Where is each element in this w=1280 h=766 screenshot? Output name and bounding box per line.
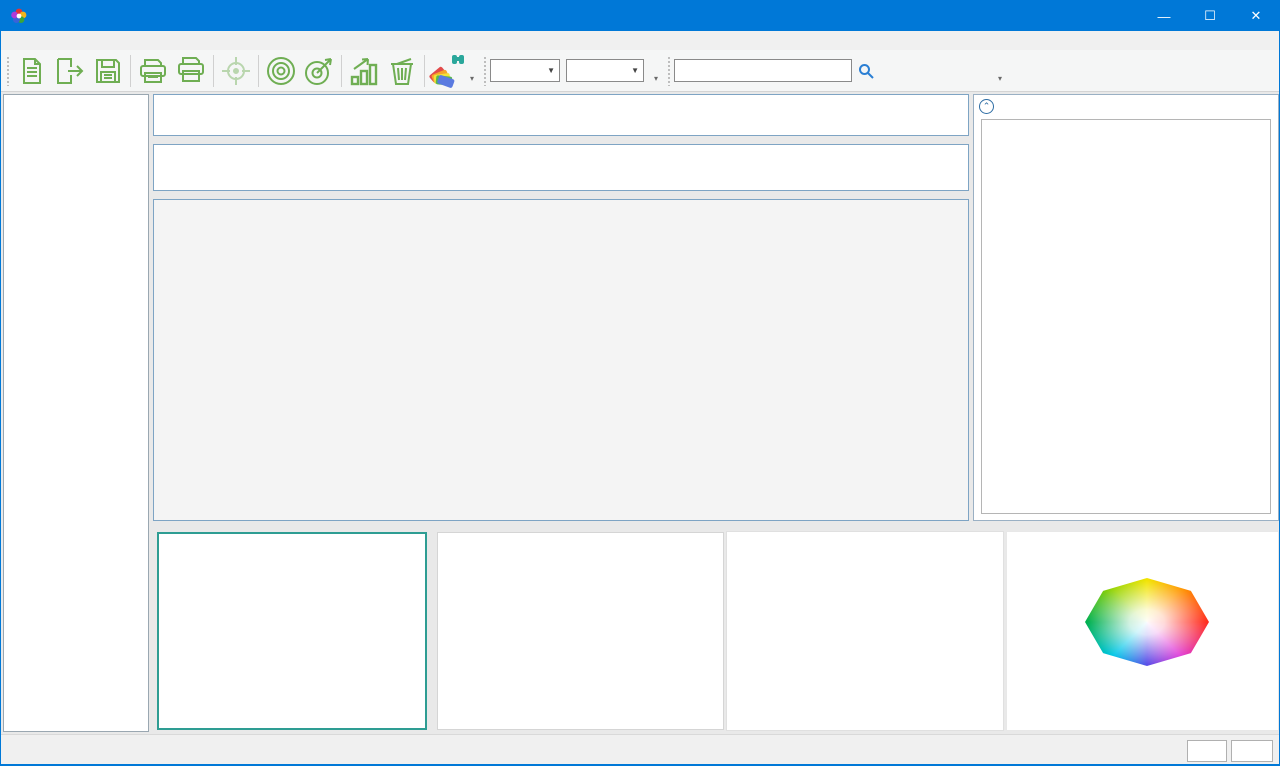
- search-icon[interactable]: [858, 63, 874, 79]
- measurement-mode-combo[interactable]: ▼: [490, 59, 560, 82]
- maximize-button[interactable]: ☐: [1187, 1, 1233, 31]
- chevron-down-icon: ▼: [631, 66, 639, 75]
- measure-sample-icon: [301, 53, 337, 89]
- toolbar-overflow[interactable]: ▾: [994, 56, 1006, 86]
- focus-calibration-icon: [219, 54, 253, 88]
- new-document-button[interactable]: [13, 52, 51, 90]
- sample-tree: [3, 94, 149, 732]
- minimize-button[interactable]: —: [1141, 1, 1187, 31]
- status-bar: [1, 734, 1279, 766]
- toolbar-grip[interactable]: [483, 56, 487, 86]
- toolbar-separator: [213, 55, 214, 87]
- statistics-icon: [348, 55, 380, 87]
- toolbar: ▾ ▼ ▼ ▾ ▾: [1, 50, 1279, 92]
- toolbar-separator: [130, 55, 131, 87]
- measure-standard-icon: [263, 53, 299, 89]
- illuminant-observer-combo[interactable]: ▼: [566, 59, 644, 82]
- toolbar-overflow[interactable]: ▾: [466, 56, 478, 86]
- delete-icon: [386, 55, 418, 87]
- status-blank-box: [1231, 740, 1273, 762]
- cielab-card: [981, 119, 1271, 514]
- export-icon: [54, 56, 86, 86]
- statistics-button[interactable]: [345, 52, 383, 90]
- auto-mode-button[interactable]: [1187, 740, 1227, 762]
- toolbar-overflow[interactable]: ▾: [650, 56, 662, 86]
- toolbar-grip[interactable]: [667, 56, 671, 86]
- delta-e-trend-chart[interactable]: [437, 532, 724, 730]
- print-word-icon: [174, 55, 208, 87]
- delta-ab-scatter-chart[interactable]: [157, 532, 427, 730]
- toolbar-separator: [258, 55, 259, 87]
- toolbar-separator: [341, 55, 342, 87]
- chevron-down-icon: ▼: [547, 66, 555, 75]
- app-icon: [10, 7, 28, 25]
- menu-bar: [1, 31, 1279, 50]
- app-window: — ☐ ✕: [0, 0, 1280, 766]
- collapse-icon[interactable]: ⌃: [979, 99, 994, 114]
- color-match-search-icon: [428, 53, 466, 89]
- export-button[interactable]: [51, 52, 89, 90]
- lab-color-wheel-chart[interactable]: [1006, 531, 1279, 731]
- color-match-search-button[interactable]: [428, 52, 466, 90]
- save-icon: [93, 56, 123, 86]
- standard-panel: [153, 144, 969, 191]
- toolbar-separator: [424, 55, 425, 87]
- print-button[interactable]: [134, 52, 172, 90]
- close-button[interactable]: ✕: [1233, 1, 1279, 31]
- focus-calibration-button[interactable]: [217, 52, 255, 90]
- print-word-button[interactable]: [172, 52, 210, 90]
- print-icon: [137, 56, 169, 86]
- search-input[interactable]: [674, 59, 852, 82]
- color-difference-panel: ⌃: [973, 94, 1279, 521]
- title-bar: — ☐ ✕: [1, 1, 1279, 31]
- measure-standard-button[interactable]: [262, 52, 300, 90]
- measure-sample-button[interactable]: [300, 52, 338, 90]
- tolerance-panel: [153, 94, 969, 136]
- save-button[interactable]: [89, 52, 127, 90]
- samples-panel: [153, 199, 969, 521]
- reflectance-chart[interactable]: [726, 531, 1004, 731]
- lab-gamut-octagon: [1085, 578, 1209, 666]
- new-document-icon: [17, 56, 47, 86]
- toolbar-grip[interactable]: [6, 56, 10, 86]
- delete-button[interactable]: [383, 52, 421, 90]
